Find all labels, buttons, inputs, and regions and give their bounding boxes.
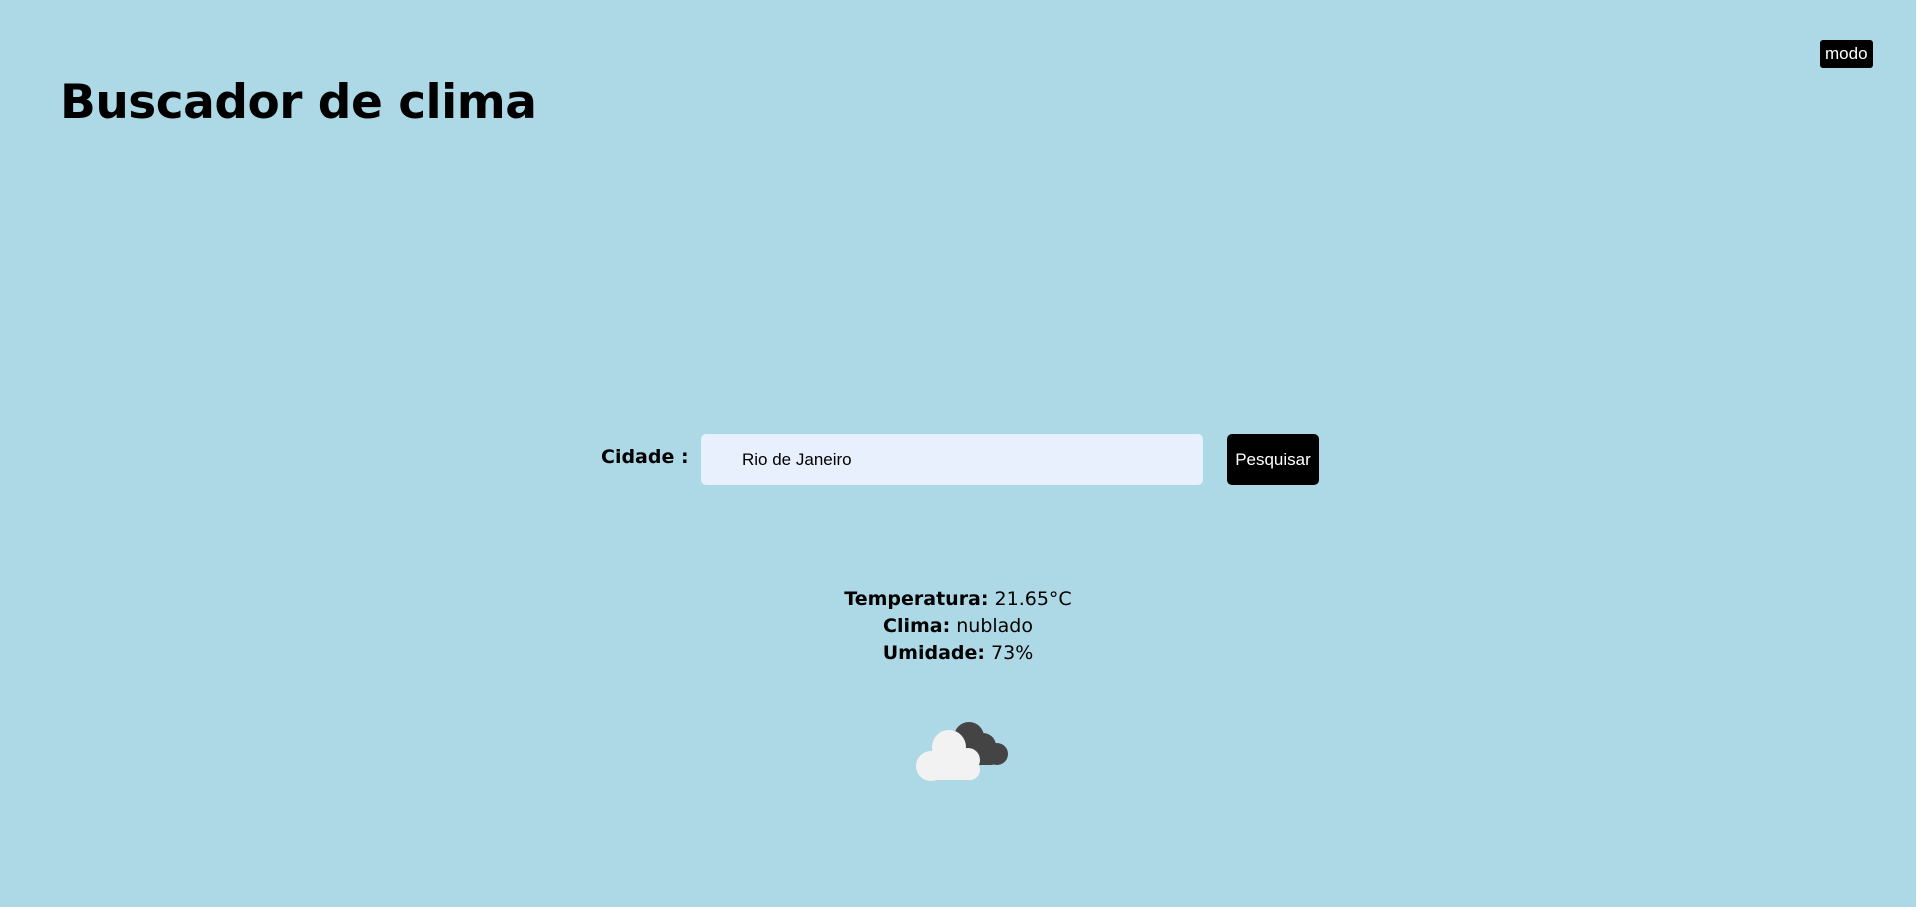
city-input[interactable]	[701, 434, 1203, 485]
weather-value: nublado	[956, 615, 1033, 637]
temperature-value: 21.65°C	[994, 588, 1072, 610]
humidity-label: Umidade:	[882, 642, 985, 664]
search-button[interactable]: Pesquisar	[1227, 434, 1319, 485]
humidity-row: Umidade: 73%	[658, 640, 1258, 667]
weather-results: Temperatura: 21.65°C Clima: nublado Umid…	[658, 586, 1258, 667]
page-title: Buscador de clima	[60, 75, 537, 130]
temperature-label: Temperatura:	[844, 588, 989, 610]
weather-label: Clima:	[883, 615, 951, 637]
city-label: Cidade :	[601, 446, 689, 468]
cloudy-icon	[916, 722, 1008, 781]
humidity-value: 73%	[991, 642, 1034, 664]
mode-toggle-button[interactable]: modo	[1820, 40, 1873, 68]
weather-row: Clima: nublado	[658, 613, 1258, 640]
temperature-row: Temperatura: 21.65°C	[658, 586, 1258, 613]
